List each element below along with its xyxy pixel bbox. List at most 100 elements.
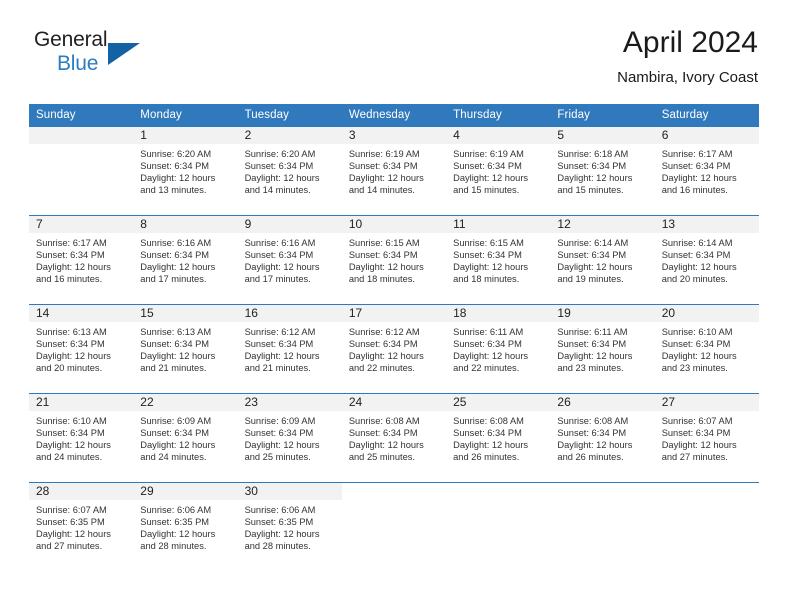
day-cell-inner: 17 Sunrise: 6:12 AM Sunset: 6:34 PM Dayligh… bbox=[341, 305, 447, 393]
daylight-text-line1: Daylight: 12 hours bbox=[36, 529, 111, 540]
calendar-day-cell[interactable]: 10 Sunrise: 6:15 AM Sunset: 6:34 PM Dayligh… bbox=[341, 215, 447, 305]
calendar-day-cell[interactable]: 9 Sunrise: 6:16 AM Sunset: 6:34 PM Daylight… bbox=[237, 215, 342, 305]
day-number: 27 bbox=[654, 394, 759, 411]
day-cell-inner: 5 Sunrise: 6:18 AM Sunset: 6:34 PM Daylight… bbox=[550, 127, 655, 215]
calendar-week-row: 1 Sunrise: 6:20 AM Sunset: 6:34 PM Daylight… bbox=[29, 127, 759, 216]
weekday-header-monday: Monday bbox=[133, 104, 238, 127]
calendar-day-cell[interactable]: 6 Sunrise: 6:17 AM Sunset: 6:34 PM Daylight… bbox=[654, 127, 759, 216]
day-cell-inner bbox=[342, 483, 446, 571]
daylight-text-line1: Daylight: 12 hours bbox=[453, 351, 529, 362]
calendar-day-cell[interactable]: 20 Sunrise: 6:10 AM Sunset: 6:34 PM Dayligh… bbox=[654, 304, 759, 394]
daylight-text-line1: Daylight: 12 hours bbox=[661, 173, 737, 184]
sunrise-text: Sunrise: 6:14 AM bbox=[557, 238, 629, 248]
calendar-day-cell[interactable]: 4 Sunrise: 6:19 AM Sunset: 6:34 PM Daylight… bbox=[446, 127, 551, 216]
sunrise-text: Sunrise: 6:19 AM bbox=[348, 149, 420, 159]
title-block: April 2024 Nambira, Ivory Coast bbox=[617, 24, 758, 89]
sunset-text: Sunset: 6:34 PM bbox=[36, 250, 105, 261]
calendar-day-cell[interactable]: 1 Sunrise: 6:20 AM Sunset: 6:34 PM Daylight… bbox=[133, 127, 238, 216]
day-number bbox=[550, 483, 654, 500]
sunrise-text: Sunrise: 6:20 AM bbox=[244, 149, 316, 159]
daylight-text-line1: Daylight: 12 hours bbox=[661, 440, 737, 451]
sunset-text: Sunset: 6:34 PM bbox=[661, 339, 731, 350]
daylight-text-line1: Daylight: 12 hours bbox=[140, 262, 216, 273]
day-cell-inner: 13 Sunrise: 6:14 AM Sunset: 6:34 PM Dayligh… bbox=[654, 216, 759, 304]
day-number: 14 bbox=[29, 305, 134, 322]
sunrise-text: Sunrise: 6:12 AM bbox=[348, 327, 420, 337]
calendar-day-cell[interactable]: 2 Sunrise: 6:20 AM Sunset: 6:34 PM Daylight… bbox=[237, 127, 342, 216]
daylight-text-line2: and 23 minutes. bbox=[661, 363, 728, 374]
brand-word-general: General bbox=[34, 28, 108, 51]
calendar-day-cell[interactable]: 3 Sunrise: 6:19 AM Sunset: 6:34 PM Daylight… bbox=[341, 127, 447, 216]
day-number: 6 bbox=[654, 127, 759, 144]
day-details: Sunrise: 6:15 AM Sunset: 6:34 PM Daylight:… bbox=[342, 233, 446, 285]
calendar-day-cell[interactable]: 28 Sunrise: 6:07 AM Sunset: 6:35 PM Dayligh… bbox=[29, 482, 134, 571]
day-cell-inner: 9 Sunrise: 6:16 AM Sunset: 6:34 PM Daylight… bbox=[237, 216, 342, 304]
triangle-logo-icon bbox=[108, 43, 140, 65]
sunset-text: Sunset: 6:34 PM bbox=[348, 339, 418, 350]
day-details: Sunrise: 6:17 AM Sunset: 6:34 PM Daylight:… bbox=[29, 233, 133, 285]
general-blue-logo[interactable]: General Blue bbox=[34, 28, 154, 84]
day-cell-inner: 12 Sunrise: 6:14 AM Sunset: 6:34 PM Dayligh… bbox=[550, 216, 655, 304]
calendar-day-cell[interactable]: 5 Sunrise: 6:18 AM Sunset: 6:34 PM Daylight… bbox=[550, 127, 655, 216]
day-cell-inner: 15 Sunrise: 6:13 AM Sunset: 6:34 PM Dayligh… bbox=[133, 305, 238, 393]
calendar-day-cell[interactable]: 17 Sunrise: 6:12 AM Sunset: 6:34 PM Dayligh… bbox=[341, 304, 447, 394]
calendar-empty-cell bbox=[446, 482, 551, 571]
calendar-day-cell[interactable]: 26 Sunrise: 6:08 AM Sunset: 6:34 PM Dayligh… bbox=[550, 393, 655, 483]
calendar-day-cell[interactable]: 19 Sunrise: 6:11 AM Sunset: 6:34 PM Dayligh… bbox=[550, 304, 655, 394]
calendar-day-cell[interactable]: 8 Sunrise: 6:16 AM Sunset: 6:34 PM Daylight… bbox=[133, 215, 238, 305]
daylight-text-line2: and 25 minutes. bbox=[244, 452, 311, 463]
calendar-day-cell[interactable]: 30 Sunrise: 6:06 AM Sunset: 6:35 PM Dayligh… bbox=[237, 482, 342, 571]
calendar-day-cell[interactable]: 12 Sunrise: 6:14 AM Sunset: 6:34 PM Dayligh… bbox=[550, 215, 655, 305]
calendar-day-cell[interactable]: 24 Sunrise: 6:08 AM Sunset: 6:34 PM Dayligh… bbox=[341, 393, 447, 483]
day-cell-inner: 3 Sunrise: 6:19 AM Sunset: 6:34 PM Daylight… bbox=[341, 127, 447, 215]
daylight-text-line2: and 20 minutes. bbox=[36, 363, 103, 374]
day-cell-inner: 22 Sunrise: 6:09 AM Sunset: 6:34 PM Dayligh… bbox=[133, 394, 238, 482]
calendar-day-cell[interactable]: 18 Sunrise: 6:11 AM Sunset: 6:34 PM Dayligh… bbox=[446, 304, 551, 394]
day-cell-inner: 11 Sunrise: 6:15 AM Sunset: 6:34 PM Dayligh… bbox=[446, 216, 551, 304]
daylight-text-line2: and 24 minutes. bbox=[36, 452, 103, 463]
daylight-text-line2: and 16 minutes. bbox=[661, 185, 728, 196]
day-cell-inner: 4 Sunrise: 6:19 AM Sunset: 6:34 PM Daylight… bbox=[446, 127, 551, 215]
daylight-text-line1: Daylight: 12 hours bbox=[348, 262, 424, 273]
sunrise-text: Sunrise: 6:06 AM bbox=[140, 505, 212, 515]
daylight-text-line2: and 18 minutes. bbox=[453, 274, 520, 285]
calendar-day-cell[interactable]: 29 Sunrise: 6:06 AM Sunset: 6:35 PM Dayligh… bbox=[133, 482, 238, 571]
day-number bbox=[342, 483, 446, 500]
sunset-text: Sunset: 6:34 PM bbox=[661, 250, 731, 261]
daylight-text-line2: and 27 minutes. bbox=[36, 541, 103, 552]
day-details: Sunrise: 6:08 AM Sunset: 6:34 PM Daylight:… bbox=[446, 411, 550, 463]
calendar-day-cell[interactable]: 22 Sunrise: 6:09 AM Sunset: 6:34 PM Dayligh… bbox=[133, 393, 238, 483]
daylight-text-line2: and 26 minutes. bbox=[453, 452, 520, 463]
day-cell-inner: 18 Sunrise: 6:11 AM Sunset: 6:34 PM Dayligh… bbox=[446, 305, 551, 393]
calendar-day-cell[interactable]: 25 Sunrise: 6:08 AM Sunset: 6:34 PM Dayligh… bbox=[446, 393, 551, 483]
day-number: 24 bbox=[341, 394, 447, 411]
day-details: Sunrise: 6:07 AM Sunset: 6:35 PM Daylight:… bbox=[29, 500, 133, 552]
calendar-day-cell[interactable]: 23 Sunrise: 6:09 AM Sunset: 6:34 PM Dayligh… bbox=[237, 393, 342, 483]
daylight-text-line2: and 14 minutes. bbox=[244, 185, 311, 196]
calendar-body: 1 Sunrise: 6:20 AM Sunset: 6:34 PM Daylight… bbox=[29, 127, 759, 571]
calendar-day-cell[interactable]: 13 Sunrise: 6:14 AM Sunset: 6:34 PM Dayligh… bbox=[654, 215, 759, 305]
weekday-header-wednesday: Wednesday bbox=[341, 104, 447, 127]
day-cell-inner: 7 Sunrise: 6:17 AM Sunset: 6:34 PM Daylight… bbox=[29, 216, 134, 304]
daylight-text-line1: Daylight: 12 hours bbox=[557, 440, 633, 451]
sunrise-text: Sunrise: 6:06 AM bbox=[244, 505, 316, 515]
daylight-text-line1: Daylight: 12 hours bbox=[557, 173, 633, 184]
day-details: Sunrise: 6:17 AM Sunset: 6:34 PM Daylight:… bbox=[655, 144, 759, 196]
sunset-text: Sunset: 6:35 PM bbox=[244, 517, 314, 528]
calendar-day-cell[interactable]: 11 Sunrise: 6:15 AM Sunset: 6:34 PM Dayligh… bbox=[446, 215, 551, 305]
calendar-day-cell[interactable]: 16 Sunrise: 6:12 AM Sunset: 6:34 PM Dayligh… bbox=[237, 304, 342, 394]
calendar-day-cell[interactable]: 27 Sunrise: 6:07 AM Sunset: 6:34 PM Dayligh… bbox=[654, 393, 759, 483]
daylight-text-line2: and 23 minutes. bbox=[557, 363, 624, 374]
calendar-day-cell[interactable]: 14 Sunrise: 6:13 AM Sunset: 6:34 PM Dayligh… bbox=[29, 304, 134, 394]
calendar-week-row: 28 Sunrise: 6:07 AM Sunset: 6:35 PM Dayligh… bbox=[29, 482, 759, 571]
day-details: Sunrise: 6:16 AM Sunset: 6:34 PM Daylight:… bbox=[133, 233, 237, 285]
day-number: 29 bbox=[133, 483, 238, 500]
daylight-text-line2: and 13 minutes. bbox=[140, 185, 207, 196]
calendar-day-cell[interactable]: 21 Sunrise: 6:10 AM Sunset: 6:34 PM Dayligh… bbox=[29, 393, 134, 483]
day-number: 18 bbox=[446, 305, 551, 322]
daylight-text-line2: and 28 minutes. bbox=[244, 541, 311, 552]
calendar-day-cell[interactable]: 15 Sunrise: 6:13 AM Sunset: 6:34 PM Dayligh… bbox=[133, 304, 238, 394]
sunset-text: Sunset: 6:34 PM bbox=[661, 428, 731, 439]
calendar-day-cell[interactable]: 7 Sunrise: 6:17 AM Sunset: 6:34 PM Daylight… bbox=[29, 215, 134, 305]
daylight-text-line2: and 19 minutes. bbox=[557, 274, 624, 285]
